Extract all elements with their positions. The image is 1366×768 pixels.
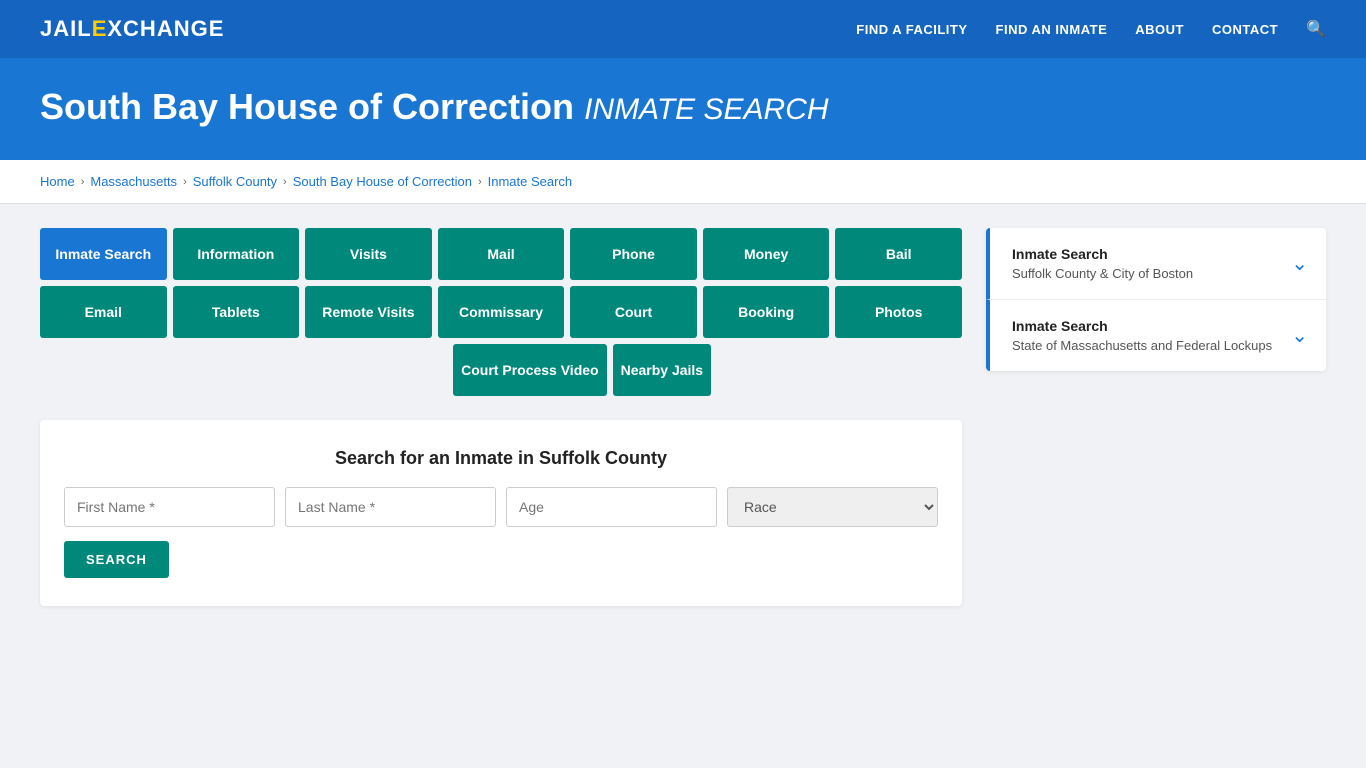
hero-section: South Bay House of Correction INMATE SEA… — [0, 58, 1366, 160]
sidebar-card: Inmate Search Suffolk County & City of B… — [986, 228, 1326, 371]
btn-nearby-jails[interactable]: Nearby Jails — [613, 344, 712, 396]
page-title: South Bay House of Correction INMATE SEA… — [40, 86, 1326, 128]
sidebar-item-suffolk-text: Inmate Search Suffolk County & City of B… — [1012, 246, 1193, 281]
breadcrumb-facility[interactable]: South Bay House of Correction — [293, 174, 472, 189]
page-subtitle: INMATE SEARCH — [584, 93, 828, 126]
main-nav: FIND A FACILITY FIND AN INMATE ABOUT CON… — [856, 19, 1326, 39]
nav-about[interactable]: ABOUT — [1135, 22, 1184, 37]
search-icon[interactable]: 🔍 — [1306, 19, 1326, 39]
breadcrumb-chevron-2: › — [183, 176, 187, 188]
breadcrumb-county[interactable]: Suffolk County — [193, 174, 277, 189]
last-name-input[interactable] — [285, 487, 496, 527]
btn-remote-visits[interactable]: Remote Visits — [305, 286, 432, 338]
search-title: Search for an Inmate in Suffolk County — [64, 448, 938, 469]
nav-find-facility[interactable]: FIND A FACILITY — [856, 22, 967, 37]
sidebar-item-suffolk[interactable]: Inmate Search Suffolk County & City of B… — [986, 228, 1326, 300]
btn-photos[interactable]: Photos — [835, 286, 962, 338]
sidebar-chevron-suffolk: ⌄ — [1291, 251, 1308, 276]
btn-commissary[interactable]: Commissary — [438, 286, 565, 338]
search-box: Search for an Inmate in Suffolk County R… — [40, 420, 962, 606]
sidebar-suffolk-subtitle: Suffolk County & City of Boston — [1012, 266, 1193, 281]
nav-button-row3: Court Process Video Nearby Jails — [40, 344, 962, 396]
breadcrumb: Home › Massachusetts › Suffolk County › … — [0, 160, 1366, 204]
nav-contact[interactable]: CONTACT — [1212, 22, 1278, 37]
main-content: Inmate Search Information Visits Mail Ph… — [0, 204, 1366, 630]
right-sidebar: Inmate Search Suffolk County & City of B… — [986, 228, 1326, 371]
btn-court-process-video[interactable]: Court Process Video — [453, 344, 606, 396]
breadcrumb-chevron-4: › — [478, 176, 482, 188]
first-name-input[interactable] — [64, 487, 275, 527]
left-column: Inmate Search Information Visits Mail Ph… — [40, 228, 962, 606]
sidebar-state-subtitle: State of Massachusetts and Federal Locku… — [1012, 338, 1272, 353]
age-input[interactable] — [506, 487, 717, 527]
breadcrumb-current: Inmate Search — [488, 174, 573, 189]
btn-phone[interactable]: Phone — [570, 228, 697, 280]
race-select[interactable]: Race White Black Hispanic Asian Other — [727, 487, 938, 527]
btn-court[interactable]: Court — [570, 286, 697, 338]
breadcrumb-home[interactable]: Home — [40, 174, 75, 189]
logo[interactable]: JAILEXCHANGE — [40, 16, 224, 42]
nav-button-row2: Email Tablets Remote Visits Commissary C… — [40, 286, 962, 338]
breadcrumb-chevron-3: › — [283, 176, 287, 188]
nav-find-inmate[interactable]: FIND AN INMATE — [996, 22, 1108, 37]
sidebar-chevron-state: ⌄ — [1291, 323, 1308, 348]
breadcrumb-state[interactable]: Massachusetts — [90, 174, 177, 189]
btn-mail[interactable]: Mail — [438, 228, 565, 280]
btn-tablets[interactable]: Tablets — [173, 286, 300, 338]
btn-information[interactable]: Information — [173, 228, 300, 280]
search-inputs: Race White Black Hispanic Asian Other — [64, 487, 938, 527]
site-header: JAILEXCHANGE FIND A FACILITY FIND AN INM… — [0, 0, 1366, 58]
btn-visits[interactable]: Visits — [305, 228, 432, 280]
sidebar-item-state[interactable]: Inmate Search State of Massachusetts and… — [986, 300, 1326, 371]
sidebar-item-state-text: Inmate Search State of Massachusetts and… — [1012, 318, 1272, 353]
search-button[interactable]: SEARCH — [64, 541, 169, 578]
btn-inmate-search[interactable]: Inmate Search — [40, 228, 167, 280]
sidebar-suffolk-title: Inmate Search — [1012, 246, 1193, 262]
btn-money[interactable]: Money — [703, 228, 830, 280]
facility-name: South Bay House of Correction — [40, 86, 574, 127]
btn-bail[interactable]: Bail — [835, 228, 962, 280]
btn-booking[interactable]: Booking — [703, 286, 830, 338]
breadcrumb-chevron-1: › — [81, 176, 85, 188]
sidebar-state-title: Inmate Search — [1012, 318, 1272, 334]
btn-email[interactable]: Email — [40, 286, 167, 338]
nav-button-row1: Inmate Search Information Visits Mail Ph… — [40, 228, 962, 280]
